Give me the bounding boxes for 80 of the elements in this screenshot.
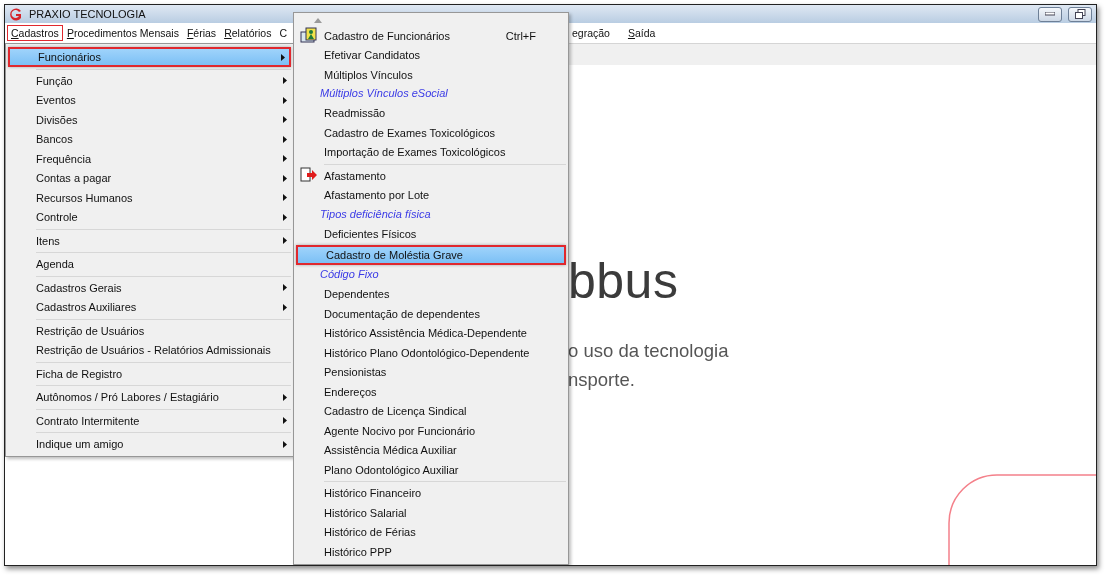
menu-bar-item[interactable]: Férias: [182, 25, 221, 41]
submenu-arrow-icon: [283, 77, 287, 85]
menu-item[interactable]: Restrição de Usuários - Relatórios Admissionais: [8, 340, 291, 360]
menu-item[interactable]: Função: [8, 71, 291, 91]
menu-item[interactable]: Afastamento por Lote: [296, 185, 566, 205]
window-title: PRAXIO TECNOLOGIA: [29, 8, 147, 20]
menu-item[interactable]: Histórico Plano Odontológico-Dependente: [296, 343, 566, 363]
menu-item[interactable]: Efetivar Candidatos: [296, 45, 566, 65]
submenu-arrow-icon: [283, 96, 287, 104]
menu-bar-item[interactable]: Procedimentos Mensais: [62, 25, 183, 41]
submenu-arrow-icon: [283, 155, 287, 163]
menu-item[interactable]: Contrato Intermitente: [8, 411, 291, 431]
tagline-text: nsporte.: [568, 369, 636, 390]
menu-item[interactable]: Histórico PPP: [296, 542, 566, 562]
exit-arrow-icon: [300, 167, 318, 183]
menu-bar-item[interactable]: Cadastros: [7, 25, 63, 41]
menu-bar-item[interactable]: Saída: [623, 25, 660, 41]
id-card-icon: [300, 27, 317, 44]
shortcut-text: Ctrl+F: [505, 29, 536, 42]
submenu-arrow-icon: [283, 116, 287, 124]
menu-item[interactable]: Histórico Financeiro: [296, 483, 566, 503]
menu-item[interactable]: Histórico Salarial: [296, 503, 566, 523]
app-logo-icon: [9, 7, 23, 21]
menu-item[interactable]: Funcionários: [8, 47, 291, 67]
menu-item[interactable]: Múltiplos Vínculos: [296, 65, 566, 85]
menu-item[interactable]: Indique um amigo: [8, 434, 291, 454]
menu-item[interactable]: Documentação de dependentes: [296, 304, 566, 324]
section-header: Código Fixo: [319, 267, 380, 282]
menu-item[interactable]: Bancos: [8, 129, 291, 149]
menu-item[interactable]: Cadastro de Licença Sindical: [296, 401, 566, 421]
restore-button[interactable]: [1068, 6, 1092, 22]
menu-item[interactable]: Afastamento: [296, 166, 566, 186]
menu-item[interactable]: Restrição de Usuários: [8, 321, 291, 341]
submenu-arrow-icon: [283, 135, 287, 143]
submenu-arrow-icon: [283, 393, 287, 401]
headline: bbus: [568, 256, 680, 306]
submenu-arrow-icon: [283, 174, 287, 182]
section-header: Tipos deficiência física: [319, 206, 432, 222]
submenu-arrow-icon: [283, 417, 287, 425]
menu-item[interactable]: Pensionistas: [296, 362, 566, 382]
menu-item[interactable]: Readmissão: [296, 103, 566, 123]
menu-item[interactable]: Dependentes: [296, 284, 566, 304]
menu-item[interactable]: Cadastro de Funcionários Ctrl+F: [296, 26, 566, 46]
menu-item[interactable]: Frequência: [8, 149, 291, 169]
minimize-icon: [1045, 12, 1055, 16]
menu-item[interactable]: Plano Odontológico Auxiliar: [296, 460, 566, 480]
menu-item[interactable]: Deficientes Físicos: [296, 224, 566, 244]
submenu-arrow-icon: [283, 213, 287, 221]
menu-item[interactable]: Cadastros Gerais: [8, 278, 291, 298]
menu-item[interactable]: Importação de Exames Toxicológicos: [296, 142, 566, 162]
submenu-arrow-icon: [281, 53, 285, 61]
menu-item[interactable]: Divisões: [8, 110, 291, 130]
menu-item[interactable]: Cadastros Auxiliares: [8, 297, 291, 317]
submenu-arrow-icon: [283, 440, 287, 448]
submenu-arrow-icon: [283, 194, 287, 202]
menu-item[interactable]: Histórico de Férias: [296, 522, 566, 542]
menu-item[interactable]: Contas a pagar: [8, 168, 291, 188]
section-header: Múltiplos Vínculos eSocial: [319, 86, 449, 101]
menu-item[interactable]: Endereços: [296, 382, 566, 402]
tagline-text: o uso da tecnologia: [568, 340, 730, 361]
minimize-button[interactable]: [1038, 6, 1062, 22]
submenu-arrow-icon: [283, 284, 287, 292]
menu-bar-item[interactable]: Relatórios: [220, 25, 276, 41]
menu-item[interactable]: Agenda: [8, 254, 291, 274]
restore-icon: [1074, 9, 1086, 19]
menu-item[interactable]: Recursos Humanos: [8, 188, 291, 208]
menu-bar-item[interactable]: C: [275, 25, 291, 41]
menu-item[interactable]: Agente Nocivo por Funcionário: [296, 421, 566, 441]
menu-item[interactable]: Cadastro de Exames Toxicológicos: [296, 123, 566, 143]
menu-item[interactable]: Histórico Assistência Médica-Dependente: [296, 323, 566, 343]
menu-item[interactable]: Ficha de Registro: [8, 364, 291, 384]
menu-bar-item[interactable]: egração: [568, 25, 614, 41]
menu-item[interactable]: Controle: [8, 207, 291, 227]
submenu-arrow-icon: [283, 303, 287, 311]
menu-item[interactable]: Assistência Médica Auxiliar: [296, 440, 566, 460]
menu-item[interactable]: Itens: [8, 231, 291, 251]
menu-item[interactable]: Cadastro de Moléstia Grave: [296, 244, 566, 265]
submenu-arrow-icon: [283, 237, 287, 245]
menu-item[interactable]: Eventos: [8, 90, 291, 110]
menu-item[interactable]: Autônomos / Pró Labores / Estagiário: [8, 387, 291, 407]
